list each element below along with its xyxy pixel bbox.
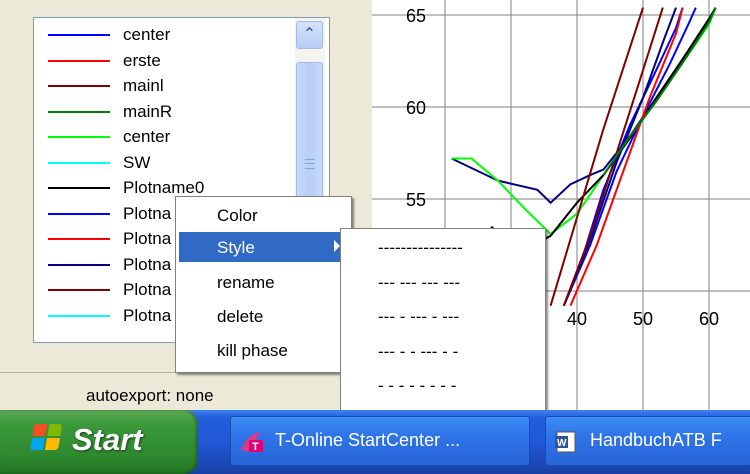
scroll-up-button[interactable]: ⌃ [296, 21, 323, 49]
legend-item[interactable]: SW [34, 152, 294, 173]
legend-item[interactable]: erste [34, 50, 294, 71]
menu-item-style[interactable]: Style [179, 232, 348, 262]
legend-swatch [48, 212, 110, 215]
legend-swatch [48, 110, 110, 113]
menu-item-label: Color [217, 206, 258, 225]
taskbar-button-t-online[interactable]: T T-Online StartCenter ... [230, 416, 530, 466]
legend-label: Plotna [123, 203, 172, 223]
word-document-icon: W [554, 430, 580, 454]
menu-item-label: rename [217, 273, 275, 292]
style-option-label: --- - - --- - - [378, 341, 459, 361]
context-menu: Color Style rename delete kill phase [175, 196, 352, 373]
legend-swatch [48, 187, 110, 189]
legend-label: center [123, 25, 171, 44]
menu-item-kill-phase[interactable]: kill phase [179, 335, 348, 365]
svg-text:W: W [557, 438, 567, 449]
y-tick-label: 55 [406, 190, 426, 210]
menu-item-label: delete [217, 307, 264, 326]
menu-item-label: kill phase [217, 341, 288, 360]
x-tick-label: 60 [699, 309, 719, 329]
legend-label: SW [123, 152, 151, 172]
legend-item[interactable]: center [34, 24, 294, 45]
style-option-label: --- --- --- --- [378, 272, 461, 292]
style-option[interactable]: - - - - - - - - [344, 370, 542, 402]
grip-icon [305, 159, 315, 169]
taskbar-button-handbuch[interactable]: W HandbuchATB F [545, 416, 750, 466]
legend-swatch [48, 263, 110, 266]
legend-swatch [48, 314, 110, 317]
x-tick-label: 40 [567, 309, 587, 329]
menu-item-rename[interactable]: rename [179, 267, 348, 297]
chevron-up-icon: ⌃ [302, 26, 317, 43]
legend-label: Plotna [123, 305, 172, 325]
legend-item[interactable]: Plotname0 [34, 177, 294, 198]
legend-label: Plotname0 [123, 178, 205, 197]
legend-item[interactable]: mainR [34, 101, 294, 122]
legend-label: erste [123, 50, 161, 70]
start-button[interactable]: Start [0, 410, 198, 474]
menu-item-color[interactable]: Color [179, 200, 348, 230]
series-line [569, 7, 684, 307]
legend-swatch [48, 34, 110, 36]
series-line [451, 7, 717, 205]
menu-item-delete[interactable]: delete [179, 301, 348, 331]
menu-item-label: Style [217, 238, 255, 257]
legend-item[interactable]: center [34, 126, 294, 147]
windows-logo-icon [29, 424, 65, 452]
style-option[interactable]: --------------- [344, 232, 542, 264]
series-line [451, 7, 717, 236]
autoexport-status: autoexport: none [86, 386, 214, 405]
legend-swatch [48, 161, 110, 164]
style-option-label: - - - - - - - - [378, 376, 457, 395]
legend-label: Plotna [123, 254, 172, 274]
legend-swatch [48, 238, 110, 240]
legend-swatch [48, 289, 110, 291]
legend-label: Plotna [123, 229, 172, 248]
style-option[interactable]: --- - --- - --- [344, 301, 542, 333]
legend-label: mainl [123, 76, 164, 95]
y-tick-label: 65 [406, 6, 426, 26]
legend-item[interactable]: mainl [34, 75, 294, 96]
legend-swatch [48, 59, 110, 62]
style-option[interactable]: --- --- --- --- [344, 267, 542, 299]
legend-label: center [123, 127, 171, 146]
start-label: Start [72, 422, 143, 457]
legend-swatch [48, 136, 110, 138]
legend-label: Plotna [123, 280, 172, 299]
svg-text:T: T [252, 441, 259, 453]
y-tick-label: 60 [406, 98, 426, 118]
style-option[interactable]: --- - - --- - - [344, 336, 542, 368]
style-option-label: --------------- [378, 238, 463, 257]
t-online-icon: T [239, 430, 265, 454]
series-line [562, 7, 697, 307]
task-label: T-Online StartCenter ... [275, 430, 461, 450]
taskbar: Start T T-Online StartCenter ... W Handb… [0, 410, 750, 474]
legend-swatch [48, 85, 110, 87]
style-option-label: --- - --- - --- [378, 307, 460, 326]
x-tick-label: 50 [633, 309, 653, 329]
task-label: HandbuchATB F [590, 430, 722, 450]
legend-label: mainR [123, 101, 173, 121]
